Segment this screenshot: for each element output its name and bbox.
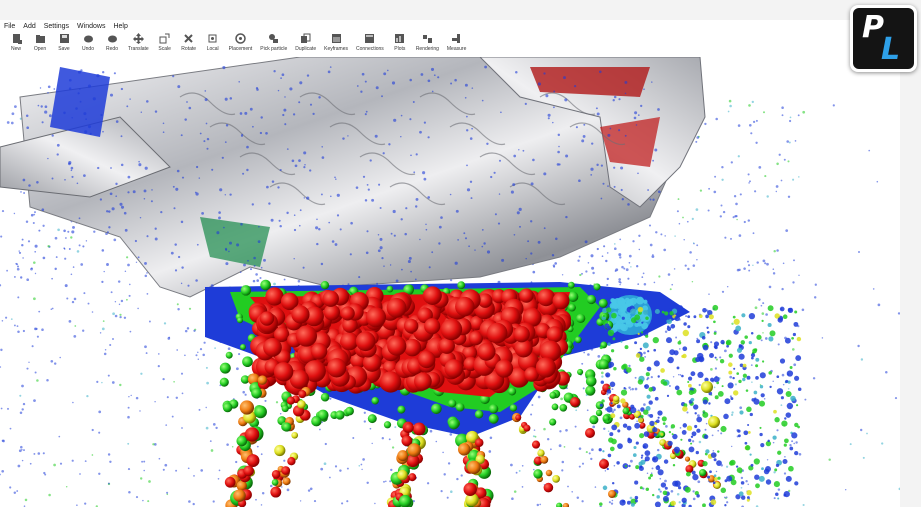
open-icon <box>35 35 45 43</box>
menu-add[interactable]: Add <box>23 23 35 30</box>
toolbar-undo-button[interactable]: Undo <box>76 33 100 52</box>
logo-badge: P L <box>853 8 914 69</box>
toolbar-label: New <box>10 46 21 52</box>
application-window: File Add Settings Windows Help New Open Save Un… <box>0 20 900 507</box>
toolbar-label: Local <box>206 46 219 52</box>
toolbar-label: Placement <box>228 46 253 52</box>
pick-particle-icon <box>269 34 279 43</box>
toolbar-local-button[interactable]: Local <box>201 33 225 52</box>
toolbar-translate-button[interactable]: Translate <box>124 33 153 52</box>
toolbar-scale-button[interactable]: Scale <box>153 33 177 52</box>
toolbar-keyframes-button[interactable]: Keyframes <box>320 33 352 52</box>
plots-icon <box>395 34 405 43</box>
toolbar-label: Measure <box>446 46 467 52</box>
new-icon <box>12 34 22 44</box>
menu-settings[interactable]: Settings <box>44 23 69 30</box>
undo-icon <box>83 35 93 43</box>
toolbar-label: Save <box>58 46 70 52</box>
toolbar-connections-button[interactable]: Connections <box>352 33 388 52</box>
toolbar-rotate-button[interactable]: Rotate <box>177 33 201 52</box>
rendering-icon <box>422 35 432 43</box>
toolbar-label: Translate <box>128 46 149 52</box>
local-icon <box>208 34 217 43</box>
toolbar-label: Redo <box>106 46 118 52</box>
toolbar-measure-button[interactable]: Measure <box>443 33 470 52</box>
save-icon <box>59 34 69 43</box>
toolbar-plots-button[interactable]: Plots <box>388 33 412 52</box>
menu-windows[interactable]: Windows <box>77 23 105 30</box>
3d-viewport[interactable] <box>0 57 900 507</box>
measure-icon <box>452 34 461 43</box>
toolbar-label: Pick particle <box>260 46 288 52</box>
toolbar-new-button[interactable]: New <box>4 33 28 52</box>
toolbar-rendering-button[interactable]: Rendering <box>412 33 443 52</box>
particle-render-scene <box>0 57 900 507</box>
toolbar-pick-particle-button[interactable]: Pick particle <box>256 33 291 52</box>
toolbar-label: Rotate <box>181 46 197 52</box>
rotate-icon <box>184 34 193 43</box>
translate-icon <box>132 33 144 44</box>
menu-file[interactable]: File <box>4 23 15 30</box>
menu-bar: File Add Settings Windows Help <box>0 20 900 33</box>
redo-icon <box>107 35 117 43</box>
scale-icon <box>159 33 170 44</box>
logo-letter-l: L <box>881 32 901 67</box>
placement-icon <box>235 33 246 44</box>
toolbar-label: Plots <box>394 46 406 52</box>
toolbar-redo-button[interactable]: Redo <box>100 33 124 52</box>
toolbar-save-button[interactable]: Save <box>52 33 76 52</box>
toolbar-label: Duplicate <box>295 46 317 52</box>
pl-logo: P L <box>850 5 917 72</box>
toolbar-label: Connections <box>356 46 384 52</box>
toolbar-label: Keyframes <box>324 46 349 52</box>
toolbar: New Open Save Undo Redo Translate Scale Rotate L… <box>0 33 900 57</box>
keyframes-icon <box>331 34 341 43</box>
menu-help[interactable]: Help <box>113 23 127 30</box>
duplicate-icon <box>301 33 311 43</box>
toolbar-placement-button[interactable]: Placement <box>225 33 257 52</box>
toolbar-duplicate-button[interactable]: Duplicate <box>291 33 320 52</box>
toolbar-label: Scale <box>158 46 171 52</box>
toolbar-label: Open <box>33 46 47 52</box>
connections-icon <box>365 34 375 43</box>
toolbar-label: Undo <box>82 46 94 52</box>
toolbar-label: Rendering <box>415 46 439 52</box>
toolbar-open-button[interactable]: Open <box>28 33 52 52</box>
